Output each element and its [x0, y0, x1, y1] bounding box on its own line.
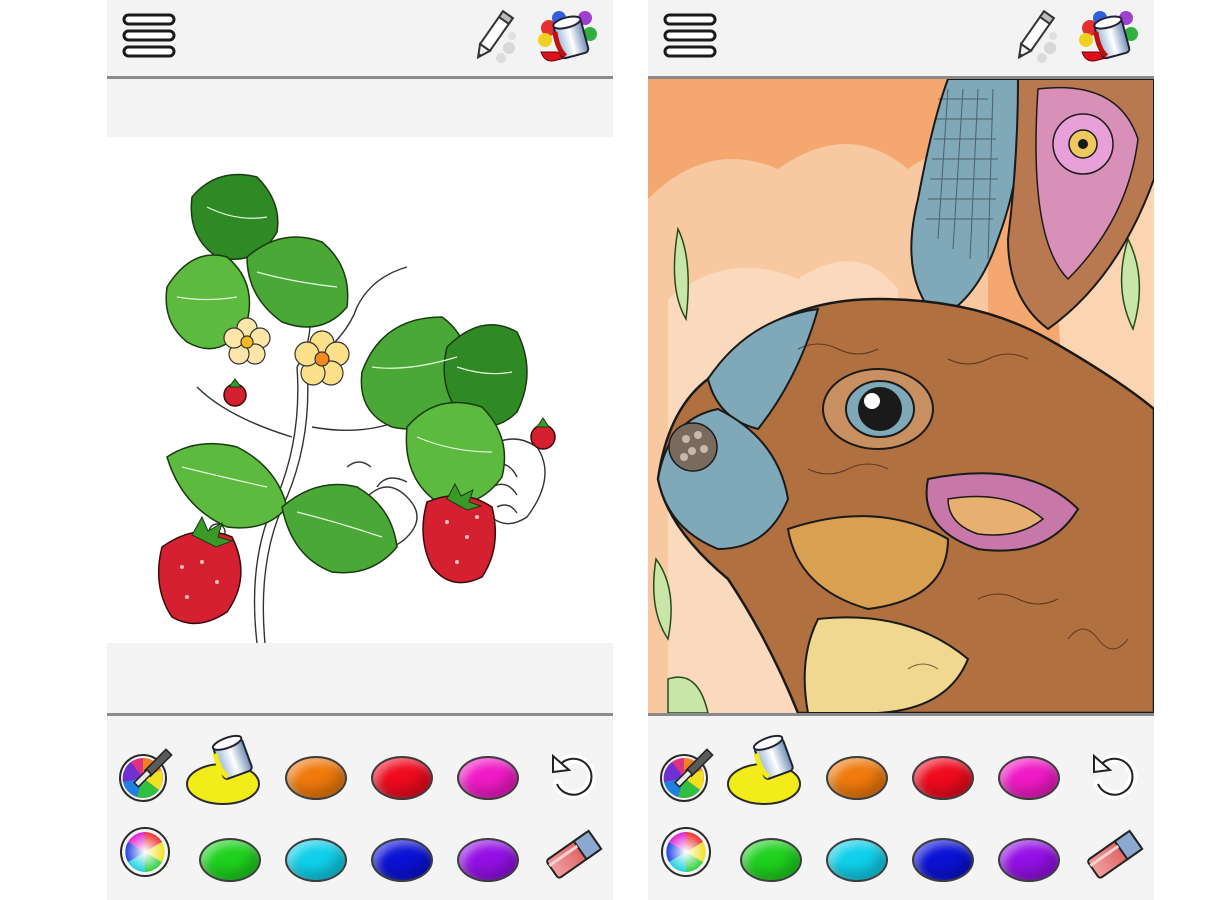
- eraser-icon[interactable]: [1082, 822, 1146, 884]
- hamburger-menu-icon[interactable]: [662, 12, 718, 60]
- screen-left: [107, 0, 613, 900]
- eraser-icon[interactable]: [541, 822, 605, 884]
- strawberry-drawing[interactable]: [107, 137, 613, 643]
- color-swatch-orange[interactable]: [826, 756, 888, 800]
- color-swatch-red[interactable]: [912, 756, 974, 800]
- eyedropper-icon[interactable]: [658, 746, 716, 804]
- color-swatch-cyan[interactable]: [826, 838, 888, 882]
- color-palette: [648, 713, 1154, 900]
- selected-color-swatch[interactable]: [726, 732, 804, 806]
- top-toolbar: [648, 0, 1154, 79]
- color-swatch-magenta[interactable]: [457, 756, 519, 800]
- undo-icon[interactable]: [545, 748, 601, 804]
- color-swatch-red[interactable]: [371, 756, 433, 800]
- color-wheel-icon[interactable]: [660, 826, 712, 878]
- color-swatch-cyan[interactable]: [285, 838, 347, 882]
- color-swatch-magenta[interactable]: [998, 756, 1060, 800]
- color-swatch-violet[interactable]: [457, 838, 519, 882]
- coloring-canvas[interactable]: [648, 79, 1154, 713]
- coloring-canvas[interactable]: [107, 79, 613, 713]
- selected-color-swatch[interactable]: [185, 732, 263, 806]
- color-swatch-orange[interactable]: [285, 756, 347, 800]
- pencil-icon[interactable]: [465, 6, 523, 66]
- hamburger-menu-icon[interactable]: [121, 12, 177, 60]
- undo-icon[interactable]: [1086, 748, 1142, 804]
- screen-right: [648, 0, 1154, 900]
- color-palette: [107, 713, 613, 900]
- paint-bucket-icon[interactable]: [1076, 6, 1140, 68]
- eyedropper-icon[interactable]: [117, 746, 175, 804]
- color-swatch-blue[interactable]: [912, 838, 974, 882]
- color-swatch-green[interactable]: [740, 838, 802, 882]
- top-toolbar: [107, 0, 613, 79]
- color-swatch-violet[interactable]: [998, 838, 1060, 882]
- rabbit-drawing[interactable]: [648, 79, 1154, 713]
- pencil-icon[interactable]: [1006, 6, 1064, 66]
- paint-bucket-icon[interactable]: [535, 6, 599, 68]
- color-wheel-icon[interactable]: [119, 826, 171, 878]
- color-swatch-green[interactable]: [199, 838, 261, 882]
- color-swatch-blue[interactable]: [371, 838, 433, 882]
